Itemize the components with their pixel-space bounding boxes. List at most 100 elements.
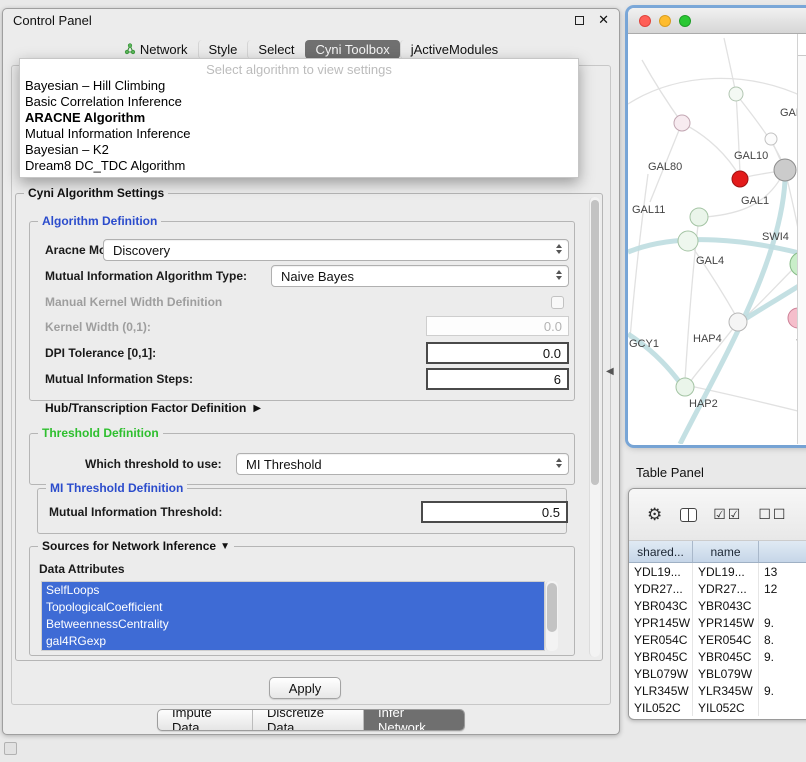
- table-row[interactable]: YIL052CYIL052C: [629, 699, 806, 716]
- network-node[interactable]: [729, 87, 743, 101]
- which-threshold-select[interactable]: MI Threshold: [236, 453, 569, 475]
- network-node[interactable]: [690, 208, 708, 226]
- mi-threshold-input[interactable]: 0.5: [421, 501, 568, 523]
- data-attribute-item-topologicalcoefficient[interactable]: TopologicalCoefficient: [42, 599, 544, 616]
- table-row[interactable]: YPR145WYPR145W9.: [629, 614, 806, 631]
- dpi-tolerance-input[interactable]: 0.0: [426, 342, 569, 364]
- clear-checkboxes-icon[interactable]: ☐☐: [758, 506, 787, 523]
- columns-icon[interactable]: [680, 508, 697, 522]
- table-row[interactable]: YDR27...YDR27...12: [629, 580, 806, 597]
- aracne-mode-value: Discovery: [113, 243, 170, 258]
- network-node[interactable]: [676, 378, 694, 396]
- table-row[interactable]: YLR345WYLR345W9.: [629, 682, 806, 699]
- algorithm-option-basic-correlation-inference[interactable]: Basic Correlation Inference: [20, 94, 578, 110]
- table-cell: YLR345W: [693, 682, 759, 699]
- manual-kernel-width-checkbox[interactable]: [551, 296, 564, 309]
- table-row[interactable]: YBR043CYBR043C: [629, 597, 806, 614]
- network-scrollbar[interactable]: [797, 34, 806, 444]
- data-attribute-item-betweennesscentrality[interactable]: BetweennessCentrality: [42, 616, 544, 633]
- table-row[interactable]: YBR045CYBR045C9.: [629, 648, 806, 665]
- network-node-label: HAP2: [689, 398, 718, 410]
- column-header-1[interactable]: shared...: [629, 541, 693, 562]
- table-cell: YIL052C: [693, 699, 759, 716]
- data-attributes-list[interactable]: SelfLoopsTopologicalCoefficientBetweenne…: [41, 581, 545, 651]
- sources-group-title[interactable]: Sources for Network Inference ▼: [38, 539, 234, 553]
- kernel-width-input[interactable]: 0.0: [426, 316, 569, 336]
- data-attribute-item-selfloops[interactable]: SelfLoops: [42, 582, 544, 599]
- select-all-checkboxes-icon[interactable]: ☑☑: [713, 506, 742, 523]
- tab-select[interactable]: Select: [247, 40, 304, 59]
- network-edge: [724, 38, 736, 94]
- zoom-window-icon[interactable]: [679, 15, 691, 27]
- table-cell: YLR345W: [629, 682, 693, 699]
- table-body: YDL19...YDL19...13YDR27...YDR27...12YBR0…: [629, 563, 806, 716]
- apply-button[interactable]: Apply: [269, 677, 341, 699]
- settings-scrollbar[interactable]: [589, 197, 600, 657]
- table-cell: 9.: [759, 682, 806, 699]
- mi-threshold-group-title: MI Threshold Definition: [46, 481, 187, 495]
- table-cell: [759, 699, 806, 716]
- float-window-icon: [575, 16, 584, 25]
- minimize-window-icon[interactable]: [659, 15, 671, 27]
- mi-steps-input[interactable]: 6: [426, 368, 569, 390]
- bottom-tab-impute-data[interactable]: Impute Data: [158, 710, 252, 730]
- combo-arrows-icon: [556, 244, 562, 254]
- table-row[interactable]: YBL079WYBL079W: [629, 665, 806, 682]
- network-node[interactable]: [732, 171, 748, 187]
- tab-label: Select: [258, 42, 294, 57]
- network-canvas[interactable]: GAL80GAL10GAL11GAL1SWI4GAL4GCY1HAP4HAP2G…: [628, 34, 806, 444]
- resize-grip[interactable]: [4, 742, 17, 755]
- table-cell: YBL079W: [693, 665, 759, 682]
- table-panel-window: ⚙ ☑☑ ☐☐ shared...name YDL19...YDL19...13…: [628, 488, 806, 720]
- data-attribute-item-gal4rgexp[interactable]: gal4RGexp: [42, 633, 544, 650]
- algorithm-option-aracne-algorithm[interactable]: ARACNE Algorithm: [20, 110, 578, 126]
- tab-cyni-toolbox[interactable]: Cyni Toolbox: [305, 40, 400, 59]
- network-node[interactable]: [765, 133, 777, 145]
- splitter-collapse-button[interactable]: ◀: [606, 366, 614, 377]
- network-view-window: GAL80GAL10GAL11GAL1SWI4GAL4GCY1HAP4HAP2G…: [628, 8, 806, 445]
- network-node[interactable]: [774, 159, 796, 181]
- table-cell: [759, 665, 806, 682]
- bottom-tab-infer-network[interactable]: Infer Network: [363, 710, 464, 730]
- control-panel-title: Control Panel: [13, 13, 575, 28]
- column-header-3[interactable]: [759, 541, 806, 562]
- float-panel-button[interactable]: [575, 16, 584, 25]
- algorithm-option-mutual-information-inference[interactable]: Mutual Information Inference: [20, 126, 578, 142]
- algorithm-dropdown-placeholder: Select algorithm to view settings: [20, 61, 578, 78]
- mi-algorithm-type-value: Naive Bayes: [281, 269, 354, 284]
- hub-definition-toggle[interactable]: Hub/Transcription Factor Definition ▶: [45, 401, 261, 415]
- network-node[interactable]: [674, 115, 690, 131]
- network-edge: [688, 241, 736, 316]
- which-threshold-value: MI Threshold: [246, 457, 322, 472]
- table-cell: YBR045C: [693, 648, 759, 665]
- attributes-scrollbar[interactable]: [545, 581, 558, 651]
- table-cell: YPR145W: [629, 614, 693, 631]
- network-node[interactable]: [729, 313, 747, 331]
- algorithm-option-bayesian-k2[interactable]: Bayesian – K2: [20, 142, 578, 158]
- mi-algorithm-type-select[interactable]: Naive Bayes: [271, 265, 569, 287]
- network-window-titlebar[interactable]: [628, 8, 806, 34]
- control-panel-bottom-tabs: Impute DataDiscretize DataInfer Network: [157, 709, 465, 731]
- table-row[interactable]: YER054CYER054C8.: [629, 631, 806, 648]
- column-header-2[interactable]: name: [693, 541, 759, 562]
- close-window-icon[interactable]: [639, 15, 651, 27]
- network-graph[interactable]: GAL80GAL10GAL11GAL1SWI4GAL4GCY1HAP4HAP2G…: [628, 34, 806, 444]
- algorithm-options-list: Bayesian – Hill ClimbingBasic Correlatio…: [20, 78, 578, 174]
- table-row[interactable]: YDL19...YDL19...13: [629, 563, 806, 580]
- bottom-tab-discretize-data[interactable]: Discretize Data: [252, 710, 363, 730]
- gear-icon[interactable]: ⚙: [647, 505, 664, 525]
- settings-scrollbar-thumb[interactable]: [591, 200, 599, 485]
- aracne-mode-select[interactable]: Discovery: [103, 239, 569, 261]
- tab-network[interactable]: Network: [114, 40, 198, 59]
- table-cell: [759, 597, 806, 614]
- tab-style[interactable]: Style: [198, 40, 248, 59]
- network-node-label: GAL1: [741, 195, 769, 207]
- network-icon: [124, 43, 136, 55]
- algorithm-option-bayesian-hill-climbing[interactable]: Bayesian – Hill Climbing: [20, 78, 578, 94]
- network-node[interactable]: [678, 231, 698, 251]
- attributes-scrollbar-thumb[interactable]: [547, 583, 557, 632]
- tab-jactivemodules[interactable]: jActiveModules: [400, 40, 508, 59]
- algorithm-option-dream8-dc-tdc-algorithm[interactable]: Dream8 DC_TDC Algorithm: [20, 158, 578, 174]
- close-panel-button[interactable]: ✕: [598, 12, 609, 28]
- network-scrollbar-button[interactable]: [798, 34, 806, 56]
